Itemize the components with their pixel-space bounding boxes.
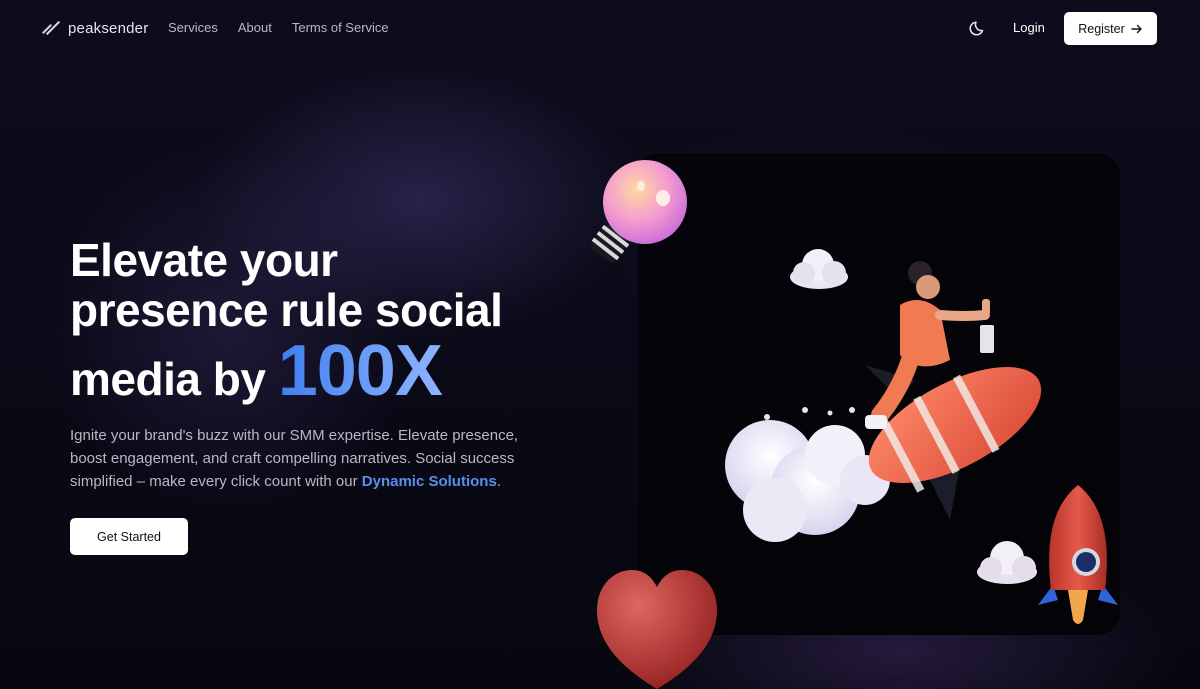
arrow-right-icon [1131, 24, 1142, 33]
nav-link-about[interactable]: About [238, 20, 272, 35]
headline-line-1: Elevate your [70, 234, 338, 286]
login-link[interactable]: Login [1013, 20, 1045, 35]
headline-accent: 100X [277, 331, 443, 411]
headline-line-2: presence rule social [70, 284, 503, 336]
rocket-rider-illustration [725, 261, 1042, 542]
small-rocket-illustration [1038, 485, 1118, 624]
headline-line-3: media by 100X [70, 335, 590, 407]
get-started-button[interactable]: Get Started [70, 518, 188, 555]
register-label: Register [1078, 21, 1125, 36]
logo-slash-icon [42, 18, 61, 38]
nav-link-terms[interactable]: Terms of Service [292, 20, 389, 35]
hero-headline: Elevate your presence rule social media … [70, 234, 590, 407]
nav-link-services[interactable]: Services [168, 20, 218, 35]
moon-icon[interactable] [968, 18, 988, 38]
hero-subtitle: Ignite your brand's buzz with our SMM ex… [70, 424, 540, 493]
register-button[interactable]: Register [1064, 12, 1157, 45]
brand-logo[interactable]: peaksender [42, 18, 148, 38]
lightbulb-illustration [591, 160, 687, 263]
top-navigation: peaksender Services About Terms of Servi… [0, 0, 1200, 58]
nav-links: Services About Terms of Service [168, 20, 389, 35]
brand-name: peaksender [68, 19, 149, 37]
headline-line-3-prefix: media by [70, 353, 266, 405]
subtitle-end: . [496, 473, 501, 490]
heart-illustration [597, 570, 717, 689]
dynamic-solutions-link[interactable]: Dynamic Solutions [362, 473, 497, 490]
